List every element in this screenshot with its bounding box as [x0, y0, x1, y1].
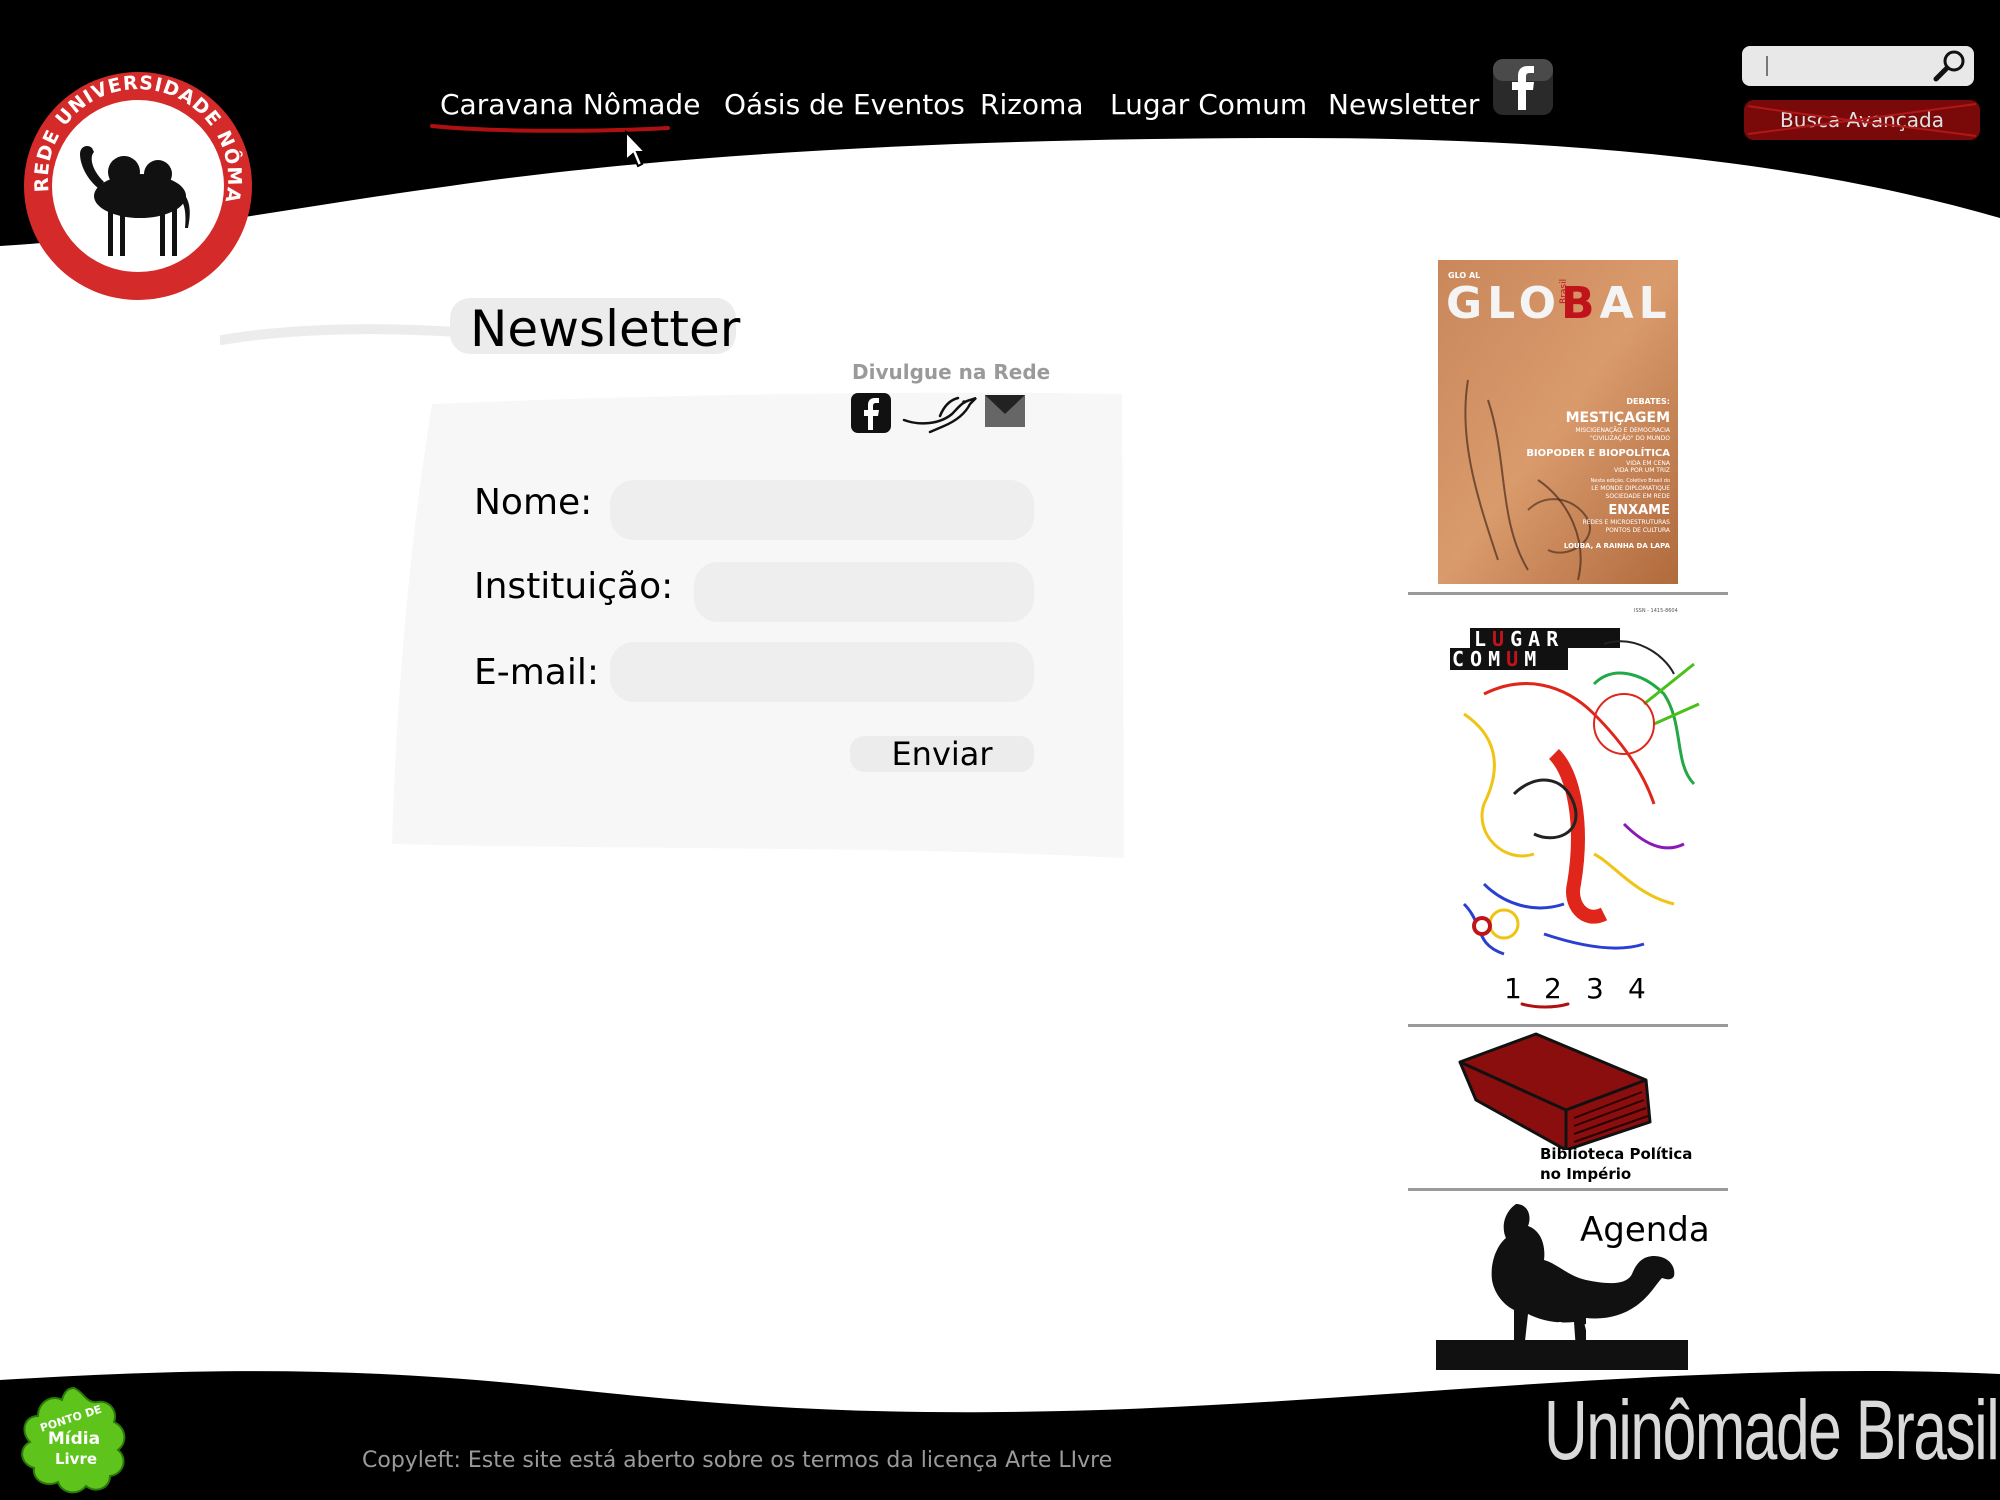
search-icon[interactable]	[1932, 48, 1968, 84]
library-label-line1: Biblioteca Política	[1540, 1145, 1693, 1163]
pager-current-underline	[1520, 1002, 1570, 1009]
global-headline: PONTOS DE CULTURA	[1606, 527, 1671, 534]
lugar-letter: C	[1452, 647, 1470, 671]
footer-brand: Uninômade Brasil	[1544, 1383, 2000, 1477]
global-headline: LE MONDE DIPLOMATIQUE	[1591, 485, 1670, 492]
global-headline: REDES E MICROESTRUTURAS	[1582, 519, 1670, 526]
facebook-icon[interactable]	[850, 392, 892, 434]
site-logo[interactable]: REDE UNIVERSIDADE NÔMADE	[20, 68, 256, 304]
lugar-letter: M	[1524, 647, 1542, 671]
pager-page-4[interactable]: 4	[1628, 972, 1646, 1005]
pager-page-3[interactable]: 3	[1586, 972, 1604, 1005]
page-title: Newsletter	[450, 298, 740, 358]
footer-logo-text: Mídia	[48, 1429, 100, 1449]
global-headline: BIOPODER E BIOPOLÍTICA	[1526, 446, 1670, 459]
global-title-part-3: AL	[1600, 278, 1672, 329]
mail-icon[interactable]	[984, 394, 1026, 428]
library-label[interactable]: Biblioteca Política no Império	[1540, 1144, 1692, 1184]
agenda-link[interactable]: Agenda	[1580, 1210, 1710, 1250]
global-headline: LOUBA, A RAINHA DA LAPA	[1564, 542, 1671, 550]
header-background	[0, 0, 2000, 246]
magazine-cover-lugar-comum[interactable]: ISSN - 1415-8604 LUGAR COMUM	[1444, 604, 1700, 968]
magazine-cover-global[interactable]: GLO AL GLOBAL Brasil DEBATES: MESTIÇAGEM…	[1438, 260, 1678, 584]
svg-text:COMUM: COMUM	[1452, 647, 1542, 671]
nav-item-oasis-de-eventos[interactable]: Oásis de Eventos	[724, 88, 965, 121]
sidebar-divider	[1408, 592, 1728, 595]
submit-button[interactable]: Enviar	[850, 736, 1034, 772]
text-caret	[1766, 56, 1768, 76]
share-label: Divulgue na Rede	[852, 360, 1051, 384]
sidebar-divider	[1408, 1188, 1728, 1191]
title-brush-shadow	[220, 324, 460, 345]
lugar-caption: ISSN - 1415-8604	[1634, 608, 1678, 614]
institution-field[interactable]	[694, 562, 1034, 622]
global-headline: ENXAME	[1608, 503, 1670, 518]
nav-item-lugar-comum[interactable]: Lugar Comum	[1110, 88, 1307, 121]
global-headline: "CIVILIZAÇÃO" DO MUNDO	[1590, 435, 1670, 442]
nav-item-rizoma[interactable]: Rizoma	[980, 88, 1084, 121]
nav-item-caravana-nomade[interactable]: Caravana Nômade	[440, 88, 700, 121]
name-field[interactable]	[610, 480, 1034, 540]
bird-icon[interactable]	[900, 390, 980, 436]
global-headline: VIDA EM CENA	[1626, 460, 1671, 467]
global-headline: DEBATES:	[1626, 397, 1670, 406]
global-brazil-vertical: Brasil	[1559, 279, 1569, 304]
sidebar-divider	[1408, 1024, 1728, 1027]
lugar-letter: M	[1488, 647, 1506, 671]
nav-item-newsletter[interactable]: Newsletter	[1328, 88, 1479, 121]
global-headline: Nesta edição, Coletivo Brasil do	[1591, 478, 1670, 484]
lugar-letter: R	[1546, 627, 1564, 651]
library-label-line2: no Império	[1540, 1165, 1632, 1183]
copyleft-notice: Copyleft: Este site está aberto sobre os…	[362, 1448, 1113, 1473]
global-title-part-1: GLO	[1446, 278, 1561, 329]
name-label: Nome:	[474, 482, 593, 523]
email-label: E-mail:	[474, 652, 599, 693]
mouse-cursor-icon	[625, 130, 646, 168]
global-headline: SOCIEDADE EM REDE	[1606, 493, 1671, 500]
footer-logo-text: Livre	[55, 1450, 97, 1468]
facebook-icon[interactable]	[1492, 58, 1554, 116]
lugar-letter: U	[1506, 647, 1524, 671]
global-headline: VIDA POR UM TRIZ	[1614, 467, 1670, 474]
ponto-midia-livre-logo[interactable]: PONTO DE Mídia Livre	[14, 1382, 134, 1498]
book-icon[interactable]	[1456, 1030, 1656, 1150]
lugar-letter: O	[1470, 647, 1488, 671]
institution-label: Instituição:	[474, 566, 674, 607]
global-headline: MESTIÇAGEM	[1566, 410, 1670, 426]
email-field[interactable]	[610, 642, 1034, 702]
global-headline: MISCIGENAÇÃO E DEMOCRACIA	[1575, 427, 1671, 434]
advanced-search-button[interactable]: Busca Avançada	[1744, 100, 1980, 140]
